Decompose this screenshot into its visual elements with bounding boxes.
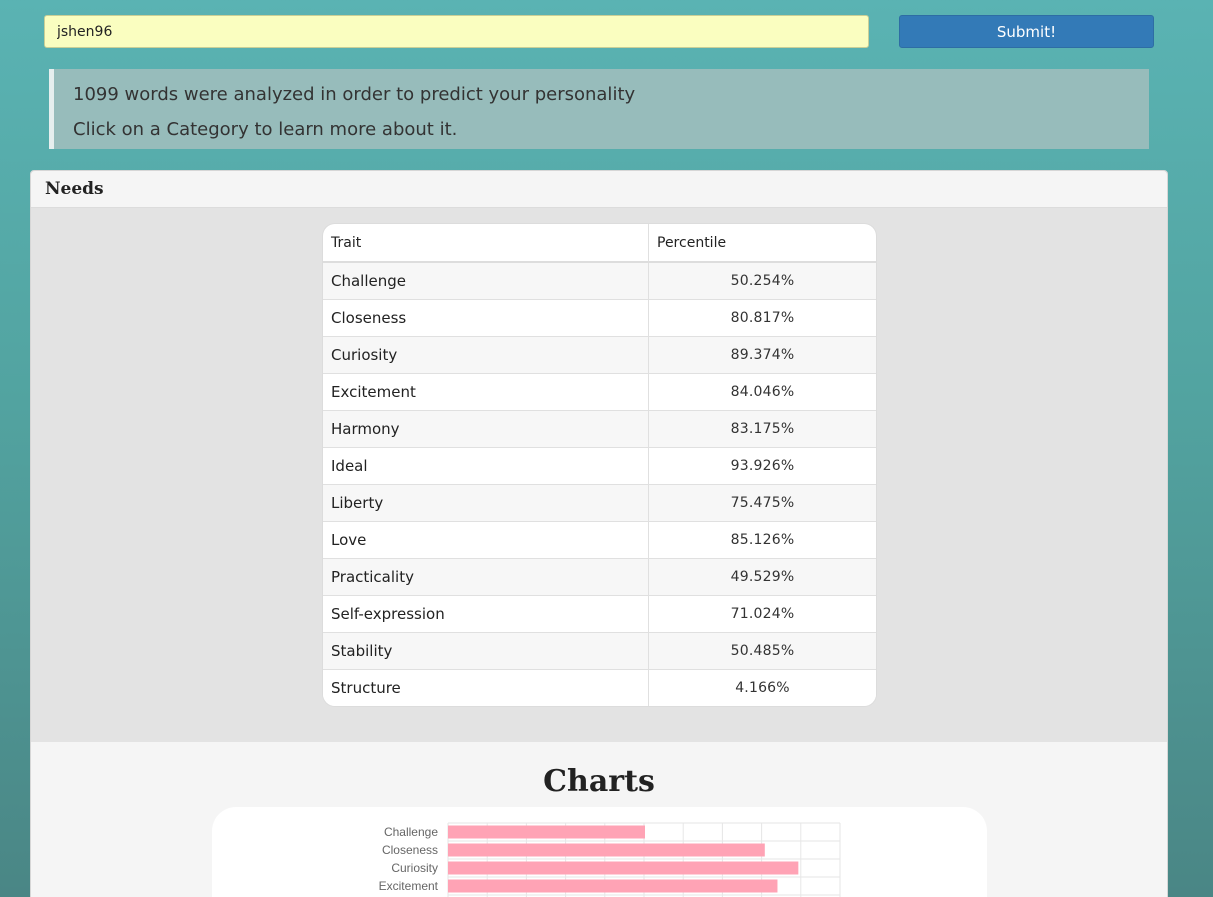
trait-percentile: 50.254%	[648, 263, 876, 299]
top-bar: Submit!	[0, 0, 1213, 60]
trait-name: Excitement	[323, 373, 648, 410]
trait-percentile: 49.529%	[648, 558, 876, 595]
trait-percentile: 75.475%	[648, 484, 876, 521]
traits-table-body: Challenge 50.254% Closeness 80.817% Curios…	[323, 263, 876, 706]
needs-panel: Needs Trait Percentile Challenge 50.254% …	[30, 170, 1168, 897]
trait-percentile: 83.175%	[648, 410, 876, 447]
chart-bar[interactable]	[448, 861, 799, 875]
table-row: Stability 50.485%	[323, 632, 876, 669]
chart-bar[interactable]	[448, 825, 645, 839]
trait-percentile: 85.126%	[648, 521, 876, 558]
trait-name: Closeness	[323, 299, 648, 336]
trait-name: Challenge	[331, 272, 406, 290]
table-row: Structure 4.166%	[323, 669, 876, 706]
trait-name: Harmony	[323, 410, 648, 447]
trait-name: Liberty	[323, 484, 648, 521]
table-row: Harmony 83.175%	[323, 410, 876, 447]
chart-bar[interactable]	[448, 879, 778, 893]
table-row: Self-expression 71.024%	[323, 595, 876, 632]
username-input[interactable]	[44, 15, 869, 48]
trait-percentile: 71.024%	[648, 595, 876, 632]
percentile-column-header: Percentile	[648, 224, 876, 263]
trait-percentile: 84.046%	[648, 373, 876, 410]
table-row: Liberty 75.475%	[323, 484, 876, 521]
trait-name: Curiosity	[323, 336, 648, 373]
table-row: Closeness 80.817%	[323, 299, 876, 336]
submit-button[interactable]: Submit!	[899, 15, 1154, 48]
trait-percentile: 80.817%	[648, 299, 876, 336]
trait-percentile: 89.374%	[648, 336, 876, 373]
table-row: Practicality 49.529%	[323, 558, 876, 595]
table-row: Ideal 93.926%	[323, 447, 876, 484]
words-analyzed-text: 1099 words were analyzed in order to pre…	[73, 84, 636, 105]
trait-percentile: 93.926%	[648, 447, 876, 484]
trait-name: Structure	[323, 669, 648, 706]
trait-name: Practicality	[323, 558, 648, 595]
traits-table: Trait Percentile Challenge 50.254% Closen…	[323, 224, 876, 706]
table-row: Curiosity 89.374%	[323, 336, 876, 373]
needs-panel-heading[interactable]: Needs	[31, 171, 1167, 208]
analysis-info-box: 1099 words were analyzed in order to pre…	[49, 69, 1149, 149]
trait-name: Stability	[323, 632, 648, 669]
category-hint-text: Click on a Category to learn more about …	[73, 119, 458, 140]
chart-category-label: Challenge	[384, 825, 438, 839]
chart-category-label: Closeness	[382, 843, 438, 857]
trait-name: Self-expression	[323, 595, 648, 632]
charts-section: Charts Challenge Closeness Curiosity Excite…	[31, 742, 1167, 897]
chart-category-label: Curiosity	[391, 861, 438, 875]
table-row: Love 85.126%	[323, 521, 876, 558]
chart-bar[interactable]	[448, 843, 765, 857]
chart-card: Challenge Closeness Curiosity Excitement	[212, 807, 987, 897]
table-header-row: Trait Percentile	[323, 224, 876, 263]
table-row: Challenge 50.254%	[323, 263, 876, 299]
trait-name: Love	[323, 521, 648, 558]
trait-column-header: Trait	[323, 224, 648, 263]
chart-category-label: Excitement	[379, 879, 439, 893]
table-row: Excitement 84.046%	[323, 373, 876, 410]
needs-bar-chart: Challenge Closeness Curiosity Excitement	[379, 822, 841, 897]
trait-name: Ideal	[323, 447, 648, 484]
trait-percentile: 50.485%	[648, 632, 876, 669]
trait-percentile: 4.166%	[648, 669, 876, 706]
charts-title: Charts	[543, 764, 655, 799]
